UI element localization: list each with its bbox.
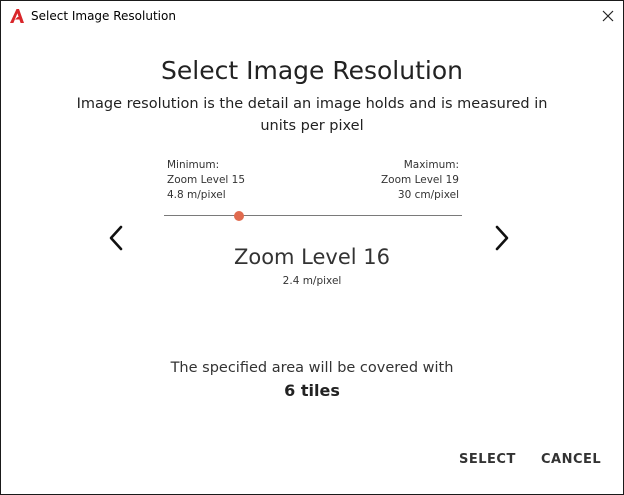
minimum-range-info: Minimum: Zoom Level 15 4.8 m/pixel [167, 158, 245, 203]
coverage-description: The specified area will be covered with [170, 360, 454, 376]
cancel-button[interactable]: CANCEL [535, 447, 607, 471]
maximum-resolution: 30 cm/pixel [397, 189, 459, 201]
close-icon [602, 7, 614, 26]
close-button[interactable] [593, 1, 623, 31]
select-button[interactable]: SELECT [453, 447, 522, 471]
title-bar: Select Image Resolution [1, 1, 623, 33]
zoom-slider-thumb[interactable] [233, 211, 244, 221]
selected-resolution: 2.4 m/pixel [282, 275, 342, 287]
maximum-zoom-level: Zoom Level 19 [380, 174, 459, 186]
resolution-description: Image resolution is the detail an image … [76, 96, 548, 134]
autocad-a-icon [9, 8, 25, 24]
window-title: Select Image Resolution [31, 9, 176, 23]
tiles-count: 6 tiles [284, 381, 340, 400]
page-title: Select Image Resolution [161, 56, 463, 85]
selected-zoom-level: Zoom Level 16 [233, 245, 391, 269]
maximum-range-info: Maximum: Zoom Level 19 30 cm/pixel [381, 158, 459, 203]
minimum-resolution: 4.8 m/pixel [167, 189, 226, 201]
maximum-label: Maximum: [403, 159, 459, 171]
minimum-zoom-level: Zoom Level 15 [167, 174, 246, 186]
minimum-label: Minimum: [167, 159, 220, 171]
zoom-slider-track[interactable] [164, 215, 462, 216]
select-image-resolution-dialog: Select Image Resolution Select Image Res… [0, 0, 624, 495]
